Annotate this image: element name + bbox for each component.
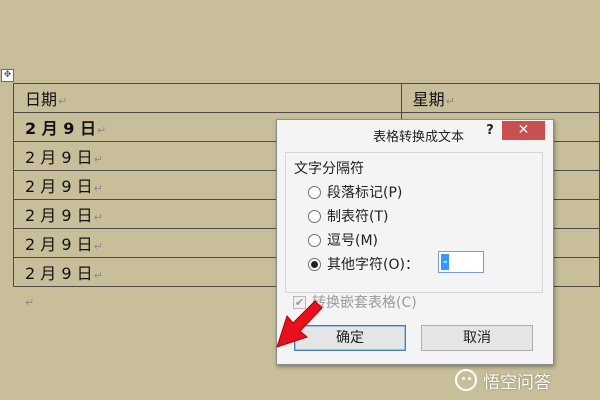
convert-table-to-text-dialog: 表格转换成文本 ? ✕ 文字分隔符 段落标记(P) 制表符(T) 逗号(M) 其… — [276, 119, 554, 365]
cell-mark: ↵ — [93, 240, 103, 253]
option-paragraph-mark[interactable]: 段落标记(P) — [308, 182, 402, 202]
close-button[interactable]: ✕ — [502, 121, 545, 140]
cell-mark: ↵ — [445, 95, 455, 108]
table-cell[interactable]: 星期↵ — [400, 83, 600, 113]
cell-mark: ↵ — [93, 211, 103, 224]
help-button[interactable]: ? — [482, 122, 498, 140]
option-other-char[interactable]: 其他字符(O)： — [308, 254, 419, 274]
radio-button[interactable] — [308, 209, 321, 223]
radio-button[interactable] — [308, 185, 321, 199]
cancel-button[interactable]: 取消 — [421, 325, 533, 351]
cell-mark: ↵ — [93, 182, 103, 195]
date-text: 2 月 9 日 — [25, 148, 93, 167]
watermark-text: 悟空问答 — [483, 372, 551, 393]
watermark: 悟空问答 — [455, 367, 551, 393]
cell-mark: ↵ — [93, 153, 103, 166]
cell-mark: ↵ — [58, 95, 68, 108]
table-header-row: 日期↵ 星期↵ — [13, 83, 600, 113]
separator-group-label: 文字分隔符 — [294, 161, 364, 177]
option-comma[interactable]: 逗号(M) — [308, 230, 378, 250]
radio-button[interactable] — [308, 233, 321, 247]
date-text: 2 月 9 日 — [25, 206, 93, 225]
checkbox-label: 转换嵌套表格(C) — [312, 295, 417, 311]
table-move-handle-icon[interactable]: ✥ — [1, 69, 14, 82]
other-char-input[interactable]: - — [438, 251, 484, 273]
checkbox-checked-disabled: ✔ — [293, 295, 306, 309]
cell-mark: ↵ — [96, 124, 107, 137]
header-weekday-label: 星期 — [412, 90, 445, 109]
header-date-label: 日期 — [25, 90, 58, 109]
convert-nested-tables-option: ✔ 转换嵌套表格(C) — [293, 293, 417, 311]
option-label: 段落标记(P) — [327, 185, 403, 201]
wukong-logo-icon — [455, 369, 477, 391]
option-tab[interactable]: 制表符(T) — [308, 206, 388, 226]
dialog-title: 表格转换成文本 — [373, 130, 465, 145]
cell-mark: ↵ — [93, 269, 103, 282]
date-text: 2 月 9 日 — [25, 264, 93, 283]
radio-button-selected[interactable] — [308, 257, 321, 271]
option-label: 其他字符(O)： — [327, 257, 419, 273]
ok-button[interactable]: 确定 — [294, 325, 406, 351]
date-text: 2 月 9 日 — [25, 235, 93, 254]
other-char-value: - — [441, 254, 450, 270]
date-text: 2 月 9 日 — [25, 177, 93, 196]
option-label: 逗号(M) — [327, 233, 379, 249]
option-label: 制表符(T) — [327, 209, 389, 225]
date-text: 2 月 9 日 — [25, 119, 96, 138]
table-cell[interactable]: 日期↵ — [13, 83, 402, 113]
paragraph-mark: ↵ — [25, 296, 35, 309]
